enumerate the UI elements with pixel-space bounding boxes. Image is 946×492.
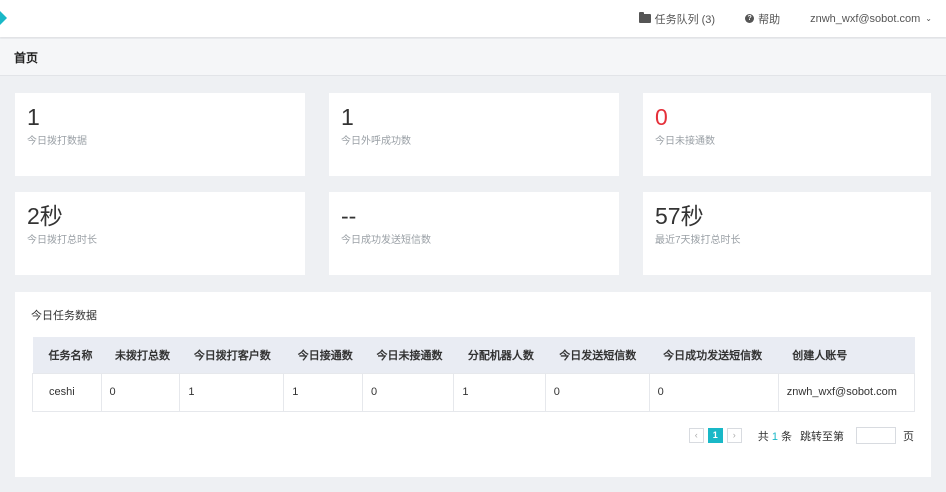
page-title-bar: 首页 bbox=[0, 39, 946, 76]
stat-label: 今日拨打数据 bbox=[27, 136, 87, 147]
stat-label: 今日外呼成功数 bbox=[341, 136, 411, 147]
table-header-row: 任务名称 未拨打总数 今日拨打客户数 今日接通数 今日未接通数 分配机器人数 今… bbox=[32, 337, 915, 373]
col-dialed-customers: 今日拨打客户数 bbox=[193, 349, 271, 362]
col-task-name: 任务名称 bbox=[48, 349, 93, 362]
col-not-connected: 今日未接通数 bbox=[376, 349, 443, 362]
stat-value: 1 bbox=[341, 104, 354, 130]
stat-card-call-duration: 2秒 今日拨打总时长 bbox=[15, 192, 305, 275]
pager-jump-label: 跳转至第 bbox=[800, 430, 844, 443]
pager-page-suffix: 页 bbox=[903, 430, 914, 443]
help-link[interactable]: ? 帮助 bbox=[745, 11, 780, 27]
table-row[interactable]: ceshi 0 1 1 0 1 0 0 znwh_wxf@sobot.com bbox=[32, 373, 915, 411]
cell-creator: znwh_wxf@sobot.com bbox=[777, 373, 915, 411]
account-menu[interactable]: znwh_wxf@sobot.com ⌄ bbox=[810, 13, 932, 25]
help-label: 帮助 bbox=[758, 13, 781, 26]
stat-value: 57秒 bbox=[655, 203, 704, 229]
folder-icon bbox=[638, 12, 651, 23]
cell-not-connected: 0 bbox=[362, 373, 454, 411]
col-not-dialed: 未拨打总数 bbox=[115, 349, 171, 362]
stat-card-today-calls: 1 今日拨打数据 bbox=[15, 93, 305, 176]
stat-card-sms-success: -- 今日成功发送短信数 bbox=[329, 192, 619, 275]
panel-title: 今日任务数据 bbox=[31, 310, 97, 322]
prev-page-button[interactable]: ‹ bbox=[688, 428, 704, 443]
pagination: ‹ 1 › 共 1 条 跳转至第 页 bbox=[685, 427, 914, 444]
next-page-button[interactable]: › bbox=[726, 428, 742, 443]
pager-total-prefix: 共 bbox=[757, 430, 769, 443]
cell-robots: 1 bbox=[453, 373, 546, 411]
stat-label: 最近7天拨打总时长 bbox=[655, 235, 741, 246]
page-title: 首页 bbox=[14, 50, 39, 65]
help-icon: ? bbox=[745, 14, 755, 23]
pager-total: 共 1 条 bbox=[758, 428, 792, 444]
account-label: znwh_wxf@sobot.com bbox=[810, 12, 921, 25]
task-data-panel: 今日任务数据 任务名称 未拨打总数 今日拨打客户数 今日接通数 今日未接通数 分… bbox=[15, 292, 931, 477]
chevron-down-icon: ⌄ bbox=[925, 14, 932, 23]
cell-task-name: ceshi bbox=[49, 386, 75, 398]
stat-label: 今日拨打总时长 bbox=[27, 235, 97, 246]
stat-value: -- bbox=[341, 203, 357, 229]
col-sms-sent: 今日发送短信数 bbox=[559, 349, 637, 362]
col-connected: 今日接通数 bbox=[297, 349, 353, 362]
stat-card-7day-duration: 57秒 最近7天拨打总时长 bbox=[643, 192, 931, 275]
cell-dialed-customers: 1 bbox=[179, 373, 284, 411]
page-1-button[interactable]: 1 bbox=[707, 428, 723, 443]
stat-label: 今日未接通数 bbox=[655, 136, 715, 147]
cell-sms-sent: 0 bbox=[544, 373, 650, 411]
page-jump-input[interactable] bbox=[856, 427, 896, 444]
col-robots: 分配机器人数 bbox=[467, 349, 534, 362]
stat-value: 1 bbox=[27, 104, 40, 130]
task-queue-label: 任务队列 (3) bbox=[654, 13, 716, 26]
stat-card-success-calls: 1 今日外呼成功数 bbox=[329, 93, 619, 176]
cell-connected: 1 bbox=[283, 373, 363, 411]
cell-sms-success: 0 bbox=[648, 373, 779, 411]
stat-label: 今日成功发送短信数 bbox=[341, 235, 431, 246]
pager-total-count: 1 bbox=[771, 430, 778, 443]
stat-value: 0 bbox=[655, 104, 668, 130]
stat-card-unanswered: 0 今日未接通数 bbox=[643, 93, 931, 176]
logo-icon[interactable] bbox=[0, 11, 7, 25]
task-table: 任务名称 未拨打总数 今日拨打客户数 今日接通数 今日未接通数 分配机器人数 今… bbox=[32, 337, 915, 412]
stat-value: 2秒 bbox=[27, 203, 63, 229]
col-sms-success: 今日成功发送短信数 bbox=[663, 349, 763, 362]
pager-total-suffix: 条 bbox=[781, 430, 792, 443]
cell-not-dialed: 0 bbox=[100, 373, 180, 411]
col-creator: 创建人账号 bbox=[792, 349, 848, 362]
task-queue-link[interactable]: 任务队列 (3) bbox=[638, 11, 716, 27]
top-bar: 任务队列 (3) ? 帮助 znwh_wxf@sobot.com ⌄ bbox=[0, 0, 946, 37]
